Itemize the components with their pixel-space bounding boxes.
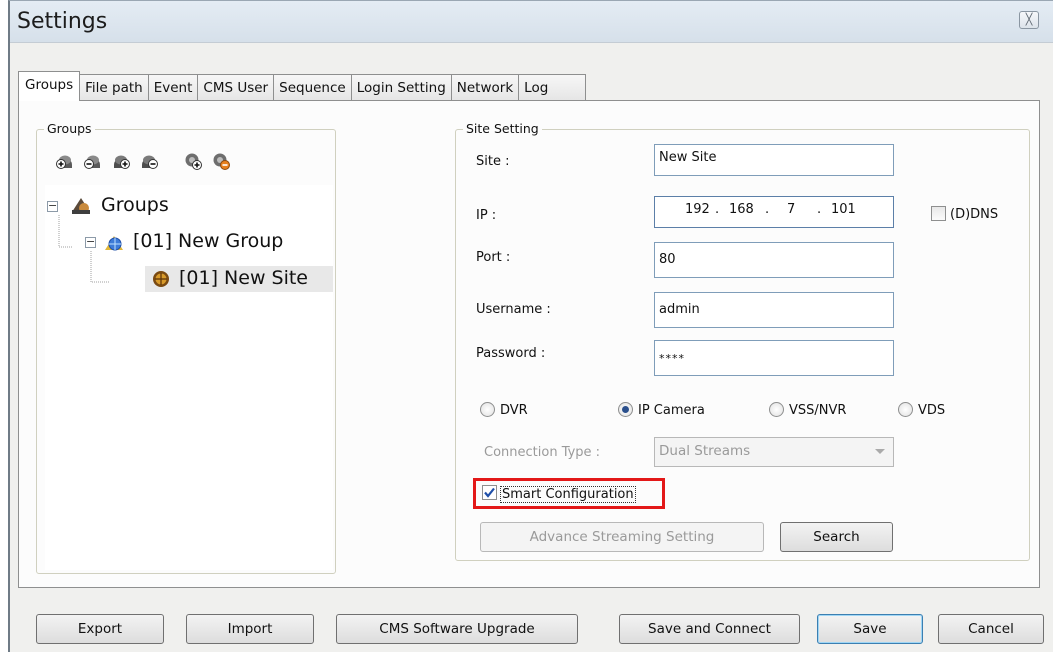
tab-network[interactable]: Network [450,74,520,101]
radio-ip-camera-label: IP Camera [638,403,705,418]
ddns-checkbox[interactable] [931,206,946,221]
ip-octet-3[interactable]: 7 [787,202,795,217]
ip-address-input[interactable]: 192 . 168 . 7 . 101 [654,196,894,228]
radio-dvr-label: DVR [500,403,528,418]
remove-group-icon[interactable] [83,151,103,171]
export-button[interactable]: Export [36,614,164,644]
ip-octet-1[interactable]: 192 [685,202,710,217]
connection-type-label: Connection Type : [484,445,601,460]
cms-software-upgrade-button[interactable]: CMS Software Upgrade [336,614,578,644]
username-label: Username : [476,302,551,317]
ip-label: IP : [476,208,497,223]
checkmark-icon [484,487,495,498]
tab-groups[interactable]: Groups [18,71,81,101]
groups-tab-panel: Groups − Groups − [01] New Group [01] Ne… [18,100,1040,588]
site-setting-title: Site Setting [463,121,542,137]
site-camera-icon [153,271,169,287]
cancel-button[interactable]: Cancel [938,614,1044,644]
group-globe-icon [105,236,123,251]
ip-dot: . [765,202,770,217]
tab-event[interactable]: Event [147,74,199,101]
password-input[interactable]: **** [654,340,894,376]
ddns-label: (D)DNS [950,207,999,222]
ip-dot: . [715,202,720,217]
save-and-connect-button[interactable]: Save and Connect [619,614,800,644]
radio-dvr[interactable] [480,402,495,417]
chevron-down-icon [875,449,885,454]
groups-tree[interactable]: − Groups − [01] New Group [01] New Site [45,185,333,570]
radio-vss-nvr[interactable] [769,402,784,417]
tab-sequence[interactable]: Sequence [273,74,352,101]
tab-log[interactable]: Log [518,74,587,101]
ip-octet-2[interactable]: 168 [729,202,754,217]
collapse-icon[interactable]: − [85,236,96,248]
password-label: Password : [476,346,546,361]
tab-strip: Groups File path Event CMS User Sequence… [18,71,587,101]
title-bar[interactable]: Settings ╳ [10,1,1053,43]
save-button[interactable]: Save [817,614,923,644]
close-button[interactable]: ╳ [1019,11,1039,29]
ip-dot: . [817,202,822,217]
tree-root-label: Groups [101,194,169,216]
add-group-icon[interactable] [55,151,75,171]
remove-subgroup-icon[interactable] [139,151,159,171]
groups-root-icon [72,198,90,214]
smart-configuration-checkbox[interactable] [482,485,497,500]
advance-streaming-setting-button[interactable]: Advance Streaming Setting [480,522,764,552]
connection-type-select[interactable]: Dual Streams [654,437,894,467]
import-button[interactable]: Import [186,614,314,644]
tree-group-label: [01] New Group [133,230,284,252]
radio-vds-label: VDS [918,403,946,418]
add-site-icon[interactable] [183,151,203,171]
search-button[interactable]: Search [780,522,893,552]
add-subgroup-icon[interactable] [111,151,131,171]
remove-site-icon[interactable] [211,151,231,171]
port-label: Port : [476,250,511,265]
radio-vds[interactable] [898,402,913,417]
site-input[interactable]: New Site [654,144,894,176]
port-input[interactable]: 80 [654,242,894,278]
site-setting-groupbox: Site Setting Site : New Site IP : 192 . … [455,121,1030,561]
tab-login-setting[interactable]: Login Setting [350,74,452,101]
tree-node-site[interactable]: [01] New Site [145,266,333,292]
tab-cms-user[interactable]: CMS User [197,74,275,101]
ip-octet-4[interactable]: 101 [831,202,856,217]
tab-file-path[interactable]: File path [79,74,149,101]
window-title: Settings [17,9,108,34]
groups-groupbox-title: Groups [44,121,95,137]
tree-site-label: [01] New Site [179,267,309,289]
collapse-icon[interactable]: − [47,200,58,212]
radio-vss-nvr-label: VSS/NVR [789,403,847,418]
radio-ip-camera[interactable] [618,402,633,417]
connection-type-value: Dual Streams [659,443,751,459]
username-input[interactable]: admin [654,292,894,328]
settings-window: Settings ╳ Groups File path Event CMS Us… [8,0,1053,652]
groups-groupbox: Groups − Groups − [01] New Group [01] Ne… [36,121,336,574]
site-label: Site : [476,154,510,169]
smart-configuration-label[interactable]: Smart Configuration [500,486,636,503]
